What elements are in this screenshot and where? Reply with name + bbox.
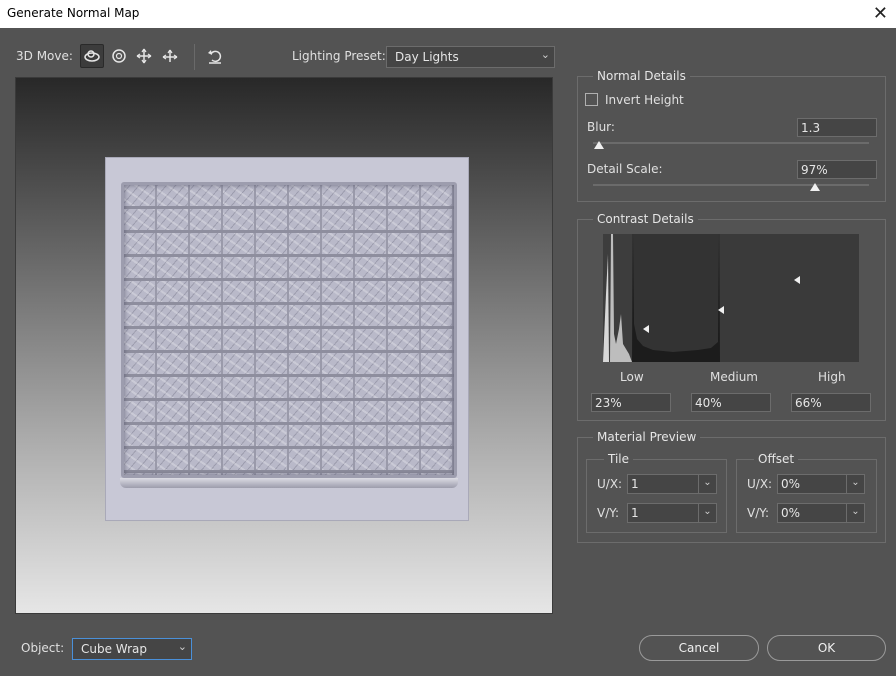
- ok-button[interactable]: OK: [767, 635, 886, 661]
- 3d-move-label: 3D Move:: [16, 49, 73, 63]
- contrast-details-title: Contrast Details: [593, 212, 698, 226]
- contrast-histogram[interactable]: [603, 234, 859, 362]
- chevron-down-icon: ⌄: [177, 640, 187, 653]
- roll-icon[interactable]: [107, 44, 131, 68]
- high-contrast-handle[interactable]: [794, 276, 800, 284]
- object-value: Cube Wrap: [81, 642, 148, 656]
- histogram-graph: [603, 234, 859, 362]
- tile-title: Tile: [604, 452, 634, 466]
- offset-vy-label: V/Y:: [747, 506, 770, 520]
- object-label: Object:: [21, 641, 65, 655]
- cube-preview: [106, 158, 468, 520]
- cube-edge: [120, 478, 458, 488]
- lighting-preset-label: Lighting Preset:: [292, 49, 386, 63]
- blur-field[interactable]: 1.3: [797, 118, 877, 137]
- cancel-button[interactable]: Cancel: [639, 635, 759, 661]
- chevron-down-icon: ⌄: [698, 475, 716, 493]
- high-field[interactable]: 66%: [791, 393, 871, 412]
- object-select[interactable]: Cube Wrap ⌄: [72, 638, 192, 660]
- detail-scale-slider-thumb[interactable]: [810, 183, 820, 191]
- lighting-preset-select[interactable]: Day Lights ⌄: [386, 46, 555, 68]
- offset-title: Offset: [754, 452, 799, 466]
- offset-ux-value: 0%: [781, 477, 801, 491]
- chevron-down-icon: ⌄: [698, 504, 716, 522]
- lighting-preset-value: Day Lights: [395, 50, 459, 64]
- high-label: High: [818, 370, 846, 384]
- medium-label: Medium: [710, 370, 758, 384]
- window-title: Generate Normal Map: [7, 6, 140, 20]
- blur-slider-track[interactable]: [593, 142, 869, 144]
- title-bar: Generate Normal Map ✕: [0, 0, 896, 28]
- blur-slider-thumb[interactable]: [594, 141, 604, 149]
- invert-height-checkbox[interactable]: [585, 93, 598, 106]
- material-preview-title: Material Preview: [593, 430, 701, 444]
- slide-icon[interactable]: [158, 44, 182, 68]
- chevron-down-icon: ⌄: [540, 48, 550, 61]
- low-label: Low: [620, 370, 644, 384]
- blur-label: Blur:: [587, 120, 615, 134]
- detail-scale-label: Detail Scale:: [587, 162, 663, 176]
- chevron-down-icon: ⌄: [846, 475, 864, 493]
- low-contrast-handle[interactable]: [643, 325, 649, 333]
- offset-ux-label: U/X:: [747, 477, 773, 491]
- tile-ux-label: U/X:: [597, 477, 623, 491]
- offset-ux-select[interactable]: 0% ⌄: [777, 474, 865, 494]
- medium-contrast-handle[interactable]: [718, 306, 724, 314]
- tile-vy-value: 1: [631, 506, 639, 520]
- brick-texture: [121, 182, 457, 478]
- tile-ux-value: 1: [631, 477, 639, 491]
- offset-vy-value: 0%: [781, 506, 801, 520]
- reset-icon[interactable]: [203, 44, 227, 68]
- tile-vy-label: V/Y:: [597, 506, 620, 520]
- rotate-3d-icon[interactable]: [80, 44, 104, 68]
- 3d-preview-canvas[interactable]: [15, 77, 553, 614]
- offset-vy-select[interactable]: 0% ⌄: [777, 503, 865, 523]
- low-field[interactable]: 23%: [591, 393, 671, 412]
- invert-height-label: Invert Height: [605, 93, 684, 107]
- tile-ux-select[interactable]: 1 ⌄: [627, 474, 717, 494]
- normal-details-title: Normal Details: [593, 69, 690, 83]
- pan-icon[interactable]: [132, 44, 156, 68]
- detail-scale-field[interactable]: 97%: [797, 160, 877, 179]
- toolbar-separator: [194, 44, 195, 70]
- medium-field[interactable]: 40%: [691, 393, 771, 412]
- close-icon[interactable]: ✕: [873, 3, 888, 24]
- tile-vy-select[interactable]: 1 ⌄: [627, 503, 717, 523]
- chevron-down-icon: ⌄: [846, 504, 864, 522]
- detail-scale-slider-track[interactable]: [593, 184, 869, 186]
